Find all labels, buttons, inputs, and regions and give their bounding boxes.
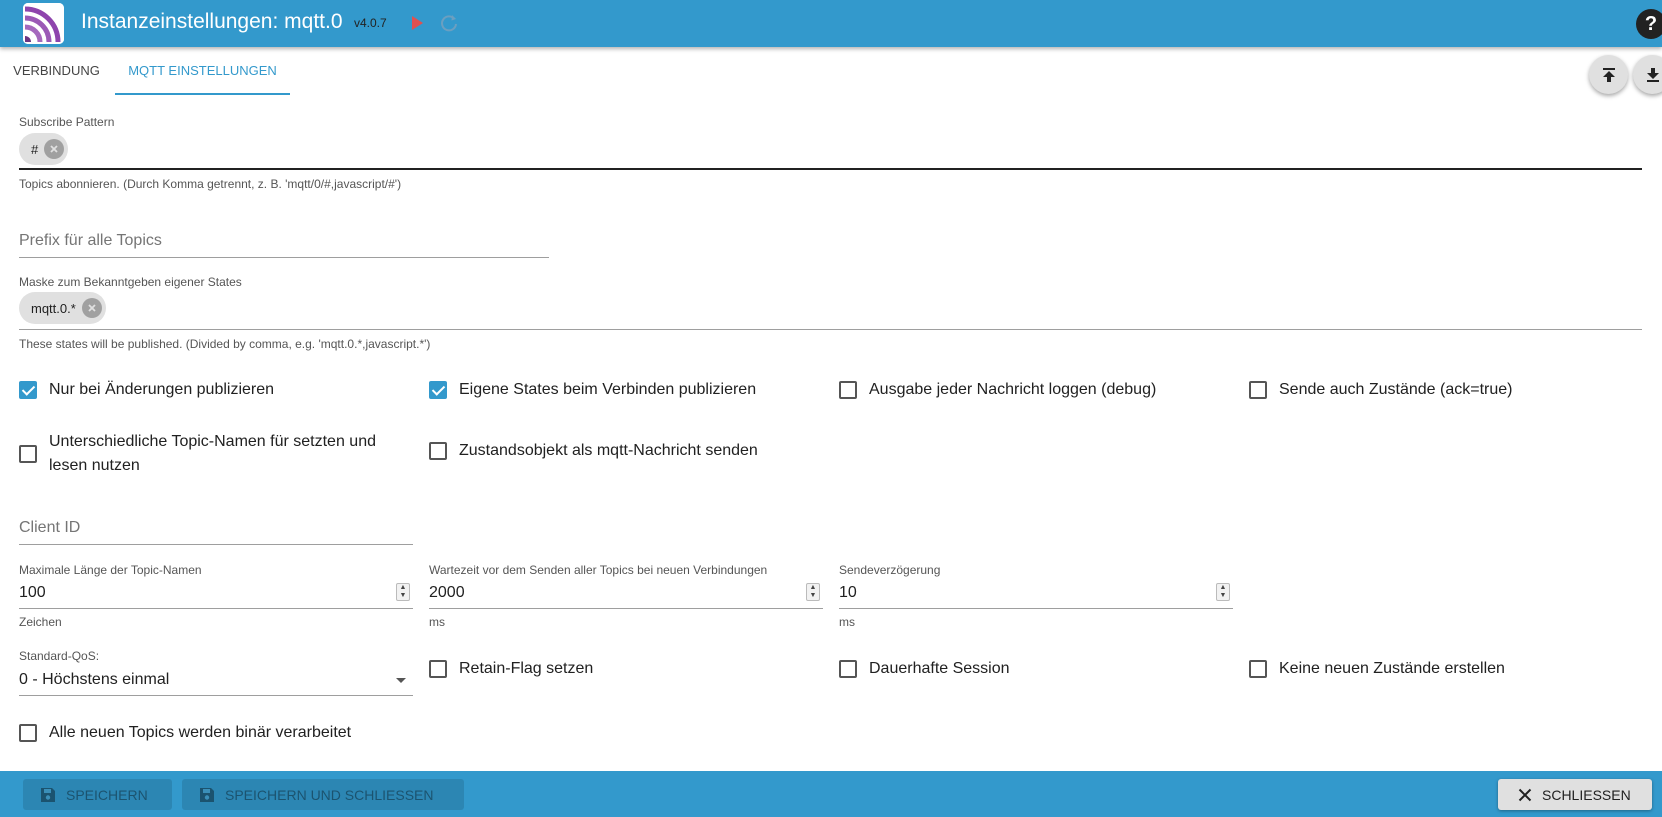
subscribe-pattern-input[interactable]: [19, 168, 1642, 170]
subscribe-pattern-label: Subscribe Pattern: [19, 115, 115, 129]
tab-mqtt-einstellungen[interactable]: MQTT Einstellungen: [115, 47, 290, 95]
checkbox-box[interactable]: [19, 724, 37, 742]
checkbox-label: Dauerhafte Session: [869, 660, 1010, 677]
checkbox-label: Sende auch Zustände (ack=true): [1279, 381, 1513, 398]
qos-underline: [19, 695, 413, 696]
version-label: v4.0.7: [354, 16, 387, 30]
send-delay-input[interactable]: 10: [839, 584, 857, 602]
save-icon: [200, 787, 214, 802]
wait-time-underline: [429, 608, 823, 609]
checkbox-persistent-session[interactable]: Dauerhafte Session: [839, 657, 1010, 681]
checkbox-label-line2: lesen nutzen: [49, 457, 140, 474]
download-icon: [1646, 67, 1659, 82]
subscribe-pattern-helper: Topics abonnieren. (Durch Komma getrennt…: [19, 177, 402, 191]
checkbox-box[interactable]: [429, 442, 447, 460]
send-delay-label: Sendeverzögerung: [839, 563, 941, 577]
checkbox-send-ack-true[interactable]: Sende auch Zustände (ack=true): [1249, 378, 1512, 402]
max-topic-length-input[interactable]: 100: [19, 584, 46, 602]
checkbox-label: Keine neuen Zustände erstellen: [1279, 660, 1505, 677]
checkbox-box[interactable]: [19, 381, 37, 399]
prefix-input[interactable]: [19, 257, 549, 258]
checkbox-label: Unterschiedliche Topic-Namen für setzten…: [49, 430, 376, 478]
save-and-close-button-label: Speichern und schließen: [225, 786, 434, 803]
top-bar: Instanzeinstellungen: mqtt.0 v4.0.7 ?: [0, 0, 1662, 47]
bottom-bar: Speichern Speichern und schließen Schlie…: [0, 771, 1662, 817]
checkbox-debug-log[interactable]: Ausgabe jeder Nachricht loggen (debug): [839, 378, 1156, 402]
chip-delete-icon[interactable]: [81, 298, 102, 318]
chevron-down-icon[interactable]: [396, 678, 406, 683]
chip-label: mqtt.0.*: [31, 300, 76, 316]
page-title: Instanzeinstellungen: mqtt.0: [81, 10, 343, 33]
checkbox-box[interactable]: [1249, 381, 1267, 399]
checkbox-box[interactable]: [1249, 660, 1267, 678]
publish-mask-helper: These states will be published. (Divided…: [19, 337, 431, 351]
checkbox-label: Zustandsobjekt als mqtt-Nachricht senden: [459, 442, 758, 459]
checkbox-label-line1: Unterschiedliche Topic-Namen für setzten…: [49, 433, 376, 450]
tab-bar: Verbindung MQTT Einstellungen: [0, 47, 1662, 95]
wait-time-input[interactable]: 2000: [429, 584, 465, 602]
checkbox-box[interactable]: [839, 660, 857, 678]
close-button-label: Schließen: [1542, 786, 1631, 803]
wait-time-unit: ms: [429, 615, 445, 629]
checkbox-no-new-states[interactable]: Keine neuen Zustände erstellen: [1249, 657, 1505, 681]
upload-button[interactable]: [1589, 55, 1628, 94]
help-icon[interactable]: ?: [1636, 9, 1662, 39]
checkbox-label: Nur bei Änderungen publizieren: [49, 381, 275, 398]
prefix-label: Prefix für alle Topics: [19, 232, 162, 249]
checkbox-label: Alle neuen Topics werden binär verarbeit…: [49, 724, 352, 741]
number-spinner-icon[interactable]: ▲ ▼: [1216, 583, 1230, 601]
save-icon: [41, 787, 55, 802]
max-topic-length-unit: Zeichen: [19, 615, 62, 629]
play-icon[interactable]: [408, 14, 426, 32]
chip-label: #: [31, 141, 39, 157]
save-button[interactable]: Speichern: [23, 779, 172, 810]
checkbox-retain-flag[interactable]: Retain-Flag setzen: [429, 657, 593, 681]
number-spinner-icon[interactable]: ▲ ▼: [396, 583, 410, 601]
max-topic-length-underline: [19, 608, 413, 609]
upload-icon: [1602, 67, 1615, 82]
checkbox-label: Ausgabe jeder Nachricht loggen (debug): [869, 381, 1157, 398]
save-and-close-button[interactable]: Speichern und schließen: [182, 779, 464, 810]
client-id-input[interactable]: [19, 544, 413, 545]
checkbox-label: Eigene States beim Verbinden publizieren: [459, 381, 757, 398]
publish-mask-input[interactable]: [19, 329, 1642, 330]
close-icon: [1518, 788, 1532, 801]
publish-mask-label: Maske zum Bekanntgeben eigener States: [19, 275, 242, 289]
reload-icon[interactable]: [439, 13, 459, 33]
checkbox-only-on-change[interactable]: Nur bei Änderungen publizieren: [19, 378, 274, 402]
client-id-label: Client ID: [19, 519, 81, 536]
number-spinner-icon[interactable]: ▲ ▼: [806, 583, 820, 601]
checkbox-box[interactable]: [19, 445, 37, 463]
chip-delete-icon[interactable]: [44, 139, 65, 159]
send-delay-unit: ms: [839, 615, 855, 629]
qos-label: Standard-QoS:: [19, 649, 100, 663]
wait-time-label: Wartezeit vor dem Senden aller Topics be…: [429, 563, 768, 577]
checkbox-box[interactable]: [839, 381, 857, 399]
tab-verbindung[interactable]: Verbindung: [0, 47, 113, 95]
max-topic-length-label: Maximale Länge der Topic-Namen: [19, 563, 202, 577]
checkbox-label: Retain-Flag setzen: [459, 660, 594, 677]
checkbox-publish-on-connect[interactable]: Eigene States beim Verbinden publizieren: [429, 378, 756, 402]
checkbox-binary-topics[interactable]: Alle neuen Topics werden binär verarbeit…: [19, 721, 351, 745]
checkbox-box[interactable]: [429, 381, 447, 399]
qos-select[interactable]: 0 - Höchstens einmal: [19, 671, 169, 689]
checkbox-box[interactable]: [429, 660, 447, 678]
save-button-label: Speichern: [66, 786, 148, 803]
checkbox-state-object-message[interactable]: Zustandsobjekt als mqtt-Nachricht senden: [429, 439, 758, 463]
checkbox-different-topic-names[interactable]: Unterschiedliche Topic-Namen für setzten…: [19, 430, 376, 478]
send-delay-underline: [839, 608, 1233, 609]
mqtt-logo-icon: [23, 3, 64, 44]
publish-mask-chip[interactable]: mqtt.0.*: [19, 292, 106, 324]
close-button[interactable]: Schließen: [1498, 779, 1652, 810]
subscribe-pattern-chip[interactable]: #: [19, 133, 69, 165]
